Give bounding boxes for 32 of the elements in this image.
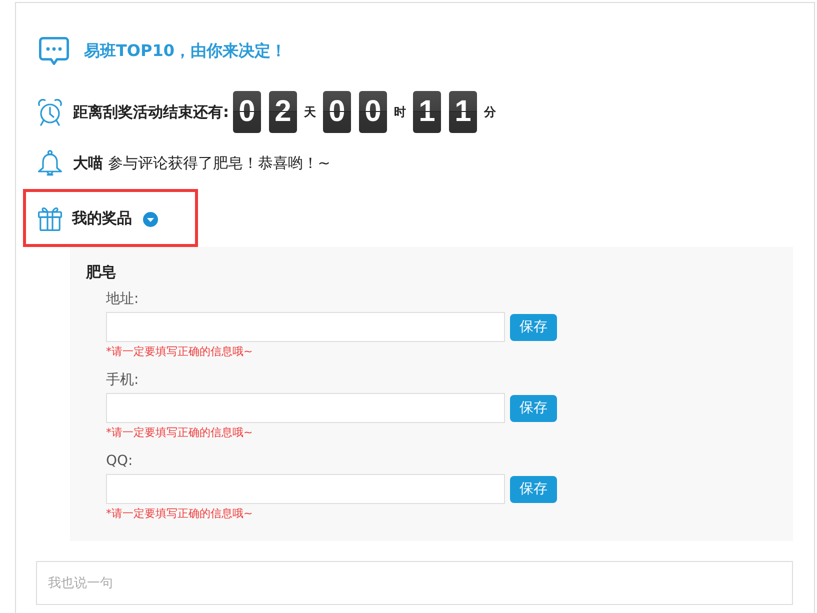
field-hint: *请一定要填写正确的信息哦~	[106, 346, 253, 358]
bell-icon	[38, 150, 62, 176]
dropdown-icon[interactable]	[143, 212, 158, 226]
prize-section-title: 我的奖品	[72, 208, 132, 228]
countdown-digit: 1	[449, 91, 477, 133]
field-hint: *请一定要填写正确的信息哦~	[106, 508, 253, 520]
chat-icon	[39, 37, 69, 65]
field-label: 地址:	[106, 290, 139, 309]
alarm-clock-icon	[38, 98, 62, 126]
input-field[interactable]	[106, 312, 505, 342]
countdown-digit: 2	[269, 91, 297, 133]
notice-message: 大喵 参与评论获得了肥皂！恭喜哟！~	[73, 154, 330, 172]
countdown-label: 距离刮奖活动结束还有:	[73, 102, 229, 122]
countdown-digit: 0	[359, 91, 387, 133]
comment-field[interactable]: 我也说一句	[36, 561, 793, 605]
countdown-digit: 1	[413, 91, 441, 133]
countdown-unit: 天	[304, 104, 316, 120]
input-field[interactable]	[106, 474, 505, 504]
countdown-digit: 0	[233, 91, 261, 133]
countdown-unit: 时	[394, 104, 406, 120]
field-label: QQ:	[106, 452, 133, 471]
page-title: 易班TOP10，由你来决定！	[84, 40, 287, 62]
field-hint: *请一定要填写正确的信息哦~	[106, 427, 253, 439]
gift-icon	[38, 206, 62, 230]
field-label: 手机:	[106, 371, 139, 390]
prize-name: 肥皂	[86, 262, 117, 282]
countdown-digit: 0	[323, 91, 351, 133]
save-button[interactable]: 保存	[510, 314, 557, 340]
countdown-unit: 分	[484, 104, 496, 120]
save-button[interactable]: 保存	[510, 394, 557, 422]
save-button[interactable]: 保存	[510, 476, 557, 502]
input-field[interactable]	[106, 393, 505, 423]
